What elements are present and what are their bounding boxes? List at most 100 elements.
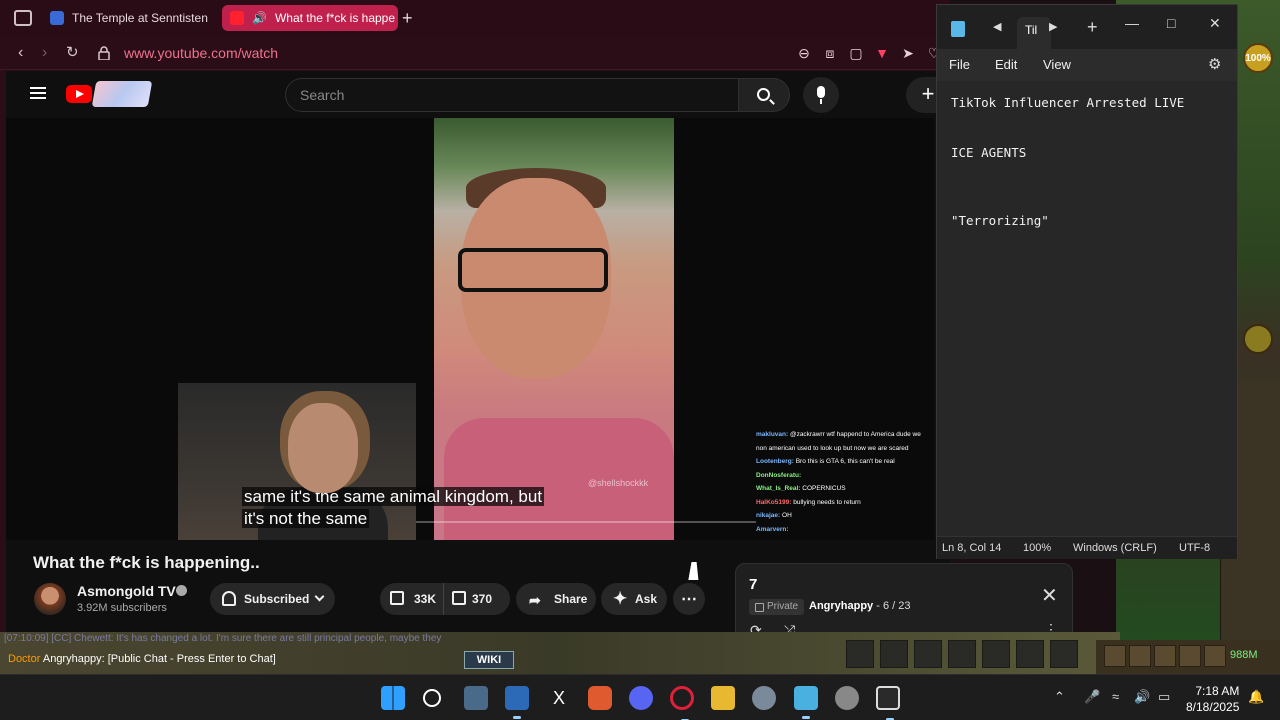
notepad-text-area[interactable]: TikTok Influencer Arrested LIVE ICE AGEN… [937, 81, 1237, 536]
notepad-window: ◀ Til ▶ + — □ ✕ File Edit View ⚙ TikTok … [936, 4, 1238, 559]
menu-file[interactable]: File [949, 57, 970, 72]
new-tab-button[interactable]: + [1087, 17, 1098, 38]
forward-button[interactable]: › [42, 44, 47, 62]
opera-icon[interactable] [670, 686, 694, 720]
gear-icon[interactable]: ⚙ [1208, 55, 1221, 73]
search-icon[interactable] [423, 689, 441, 707]
notepad-tab[interactable]: Til [1017, 17, 1051, 49]
url-text[interactable]: www.youtube.com/watch [124, 45, 278, 61]
video-progress-bar[interactable] [416, 521, 756, 523]
subscribed-button[interactable]: Subscribed [210, 583, 335, 615]
tab-temple[interactable]: The Temple at Senntisten [42, 5, 214, 31]
file-explorer-icon[interactable] [711, 686, 735, 710]
notepad-taskbar-icon[interactable] [794, 686, 818, 719]
calculator-icon[interactable] [464, 686, 488, 710]
menu-view[interactable]: View [1043, 57, 1071, 72]
tab-title: The Temple at Senntisten [72, 11, 208, 25]
discord-icon[interactable] [629, 686, 653, 710]
more-actions-button[interactable]: ⋯ [673, 583, 705, 615]
search-input[interactable] [286, 79, 738, 111]
playlist-owner[interactable]: Angryhappy [809, 600, 873, 612]
chrome-icon[interactable] [835, 686, 859, 710]
playlist-title[interactable]: 7 [749, 576, 757, 593]
settings-icon[interactable] [752, 686, 776, 710]
game-tab-icon[interactable] [1104, 645, 1126, 667]
chat-message: nikajae: OH [756, 509, 932, 523]
close-button[interactable]: ✕ [1209, 15, 1221, 32]
youtube-header: + [6, 71, 950, 117]
chat-message: makluvan: @zackrawrr wtf happend to Amer… [756, 428, 932, 455]
new-tab-button[interactable]: + [402, 8, 413, 29]
share-label: Share [554, 592, 588, 606]
chevron-down-icon [314, 591, 325, 602]
microphone-icon[interactable]: 🎤 [1084, 689, 1100, 705]
pocket-icon[interactable]: ▼ [874, 45, 890, 61]
tray-overflow-icon[interactable]: ⌃ [1054, 689, 1065, 705]
game-slot-icon[interactable] [846, 640, 874, 668]
send-icon[interactable]: ➤ [900, 45, 916, 61]
close-icon[interactable]: ✕ [1041, 583, 1058, 608]
ask-button[interactable]: ✦ Ask [601, 583, 667, 615]
chat-message: What_Is_Real: COPERNICUS [756, 482, 932, 496]
menu-edit[interactable]: Edit [995, 57, 1017, 72]
game-tab-icon[interactable] [1154, 645, 1176, 667]
search-field[interactable] [285, 78, 739, 112]
game-hp-orb[interactable]: 100% [1243, 43, 1273, 73]
brave-icon[interactable] [588, 686, 612, 710]
tab-scroll-left-icon[interactable]: ◀ [993, 20, 1001, 33]
chat-text: COPERNICUS [802, 485, 846, 492]
game-slot-icon[interactable] [914, 640, 942, 668]
game-tab-icon[interactable] [1179, 645, 1201, 667]
maximize-button[interactable]: □ [1167, 15, 1175, 31]
channel-name[interactable]: Asmongold TV [77, 583, 176, 599]
battery-icon[interactable]: ▭ [1158, 689, 1170, 705]
channel-avatar[interactable] [34, 583, 66, 615]
game-tab-icon[interactable] [1204, 645, 1226, 667]
wiki-button[interactable]: WIKI [464, 651, 514, 669]
zoom-out-icon[interactable]: ⊖ [796, 45, 812, 61]
tab-scroll-right-icon[interactable]: ▶ [1049, 20, 1057, 33]
notification-bell-icon[interactable]: 🔔 [1248, 689, 1264, 705]
pin-icon[interactable]: ⧈ [822, 45, 838, 61]
youtube-doodle[interactable] [91, 81, 153, 107]
search-button[interactable] [738, 78, 790, 112]
dislike-count: 370 [472, 592, 493, 606]
game-slot-icon[interactable] [880, 640, 908, 668]
share-button[interactable]: ➦ Share [516, 583, 596, 615]
sidebar-toggle-icon[interactable] [14, 10, 32, 26]
game-chat-input[interactable]: Doctor Angryhappy: [Public Chat - Press … [8, 653, 276, 665]
playlist-panel: 7 Private Angryhappy - 6 / 23 ✕ ⟳ ⤮ ⋮ [735, 563, 1073, 640]
voice-search-button[interactable] [803, 77, 839, 113]
like-count: 33K [414, 592, 437, 606]
screenshot-icon[interactable]: ▢ [848, 45, 864, 61]
back-button[interactable]: ‹ [18, 44, 23, 62]
windows-start-icon[interactable] [381, 686, 405, 710]
youtube-logo-icon[interactable] [66, 85, 92, 103]
game-slot-icon[interactable] [1050, 640, 1078, 668]
privacy-badge: Private [749, 599, 805, 615]
chat-message: DonNosferatu: [756, 469, 932, 483]
minimize-button[interactable]: — [1125, 15, 1139, 31]
game-slot-icon[interactable] [1016, 640, 1044, 668]
lock-icon[interactable] [98, 46, 110, 60]
system-clock[interactable]: 7:18 AM 8/18/2025 [1186, 683, 1239, 715]
dislike-button[interactable]: 370 [444, 583, 510, 615]
menu-icon[interactable] [30, 87, 46, 99]
game-compass-orb[interactable] [1243, 324, 1273, 354]
game-slot-icon[interactable] [982, 640, 1010, 668]
reload-button[interactable]: ↻ [66, 44, 79, 62]
tab-youtube-video[interactable]: 🔊 What the f*ck is happe [222, 5, 398, 31]
runelite-icon[interactable] [876, 686, 900, 720]
speaker-icon[interactable]: 🔊 [252, 11, 267, 25]
chat-text: OH [782, 512, 792, 519]
game-slot-icon[interactable] [948, 640, 976, 668]
x-app-icon[interactable]: X [547, 686, 571, 710]
video-player[interactable]: @shellshockkk same it's the same animal … [6, 118, 934, 540]
game-tab-icon[interactable] [1129, 645, 1151, 667]
caption-line-1: same it's the same animal kingdom, but [242, 487, 545, 506]
ask-label: Ask [635, 592, 658, 606]
volume-icon[interactable]: 🔊 [1134, 689, 1150, 705]
wifi-icon[interactable]: ≈ [1112, 689, 1119, 704]
photos-icon[interactable] [505, 686, 529, 719]
like-button[interactable]: 33K [380, 583, 444, 615]
